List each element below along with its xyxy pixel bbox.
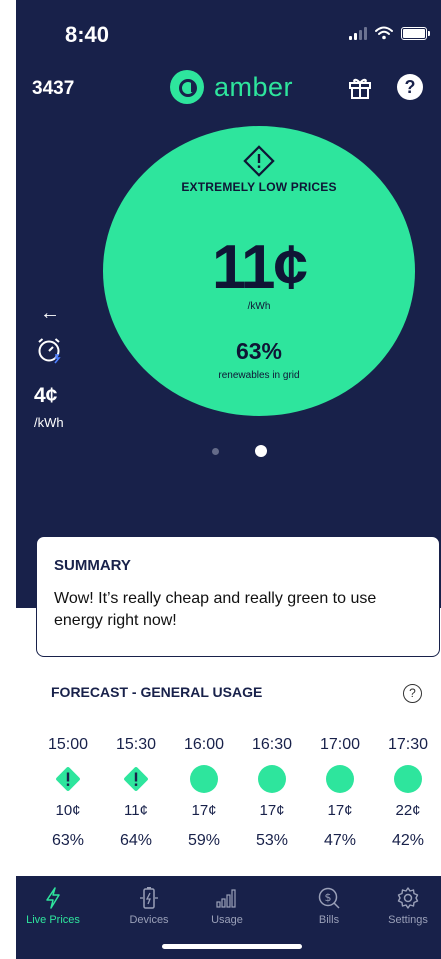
forecast-time: 16:30 (251, 736, 293, 753)
page-dot[interactable] (212, 447, 219, 455)
forecast-renewables: 53% (255, 832, 289, 849)
forecast-item[interactable]: 16:30 17¢ 53% (242, 736, 302, 850)
status-bar: 8:40 (16, 0, 441, 70)
status-icons (349, 26, 430, 40)
forecast-item[interactable]: 15:30 11¢ 64% (106, 736, 166, 850)
side-price-unit: /kWh (34, 415, 64, 430)
price-circle-icon (190, 765, 218, 793)
signal-icon (349, 26, 367, 40)
gear-icon (397, 887, 419, 909)
current-price: 11¢ (211, 233, 308, 302)
warning-diamond-icon (56, 767, 80, 791)
tab-live-prices[interactable]: Live Prices (18, 886, 88, 926)
forecast-strip: 15:00 10¢ 63% 15:30 11¢ 64% 16:00 17¢ 59… (38, 736, 438, 850)
forecast-time: 17:30 (387, 736, 429, 753)
tab-devices[interactable]: Devices (114, 886, 184, 926)
wifi-icon (375, 26, 393, 40)
forecast-time: 15:30 (115, 736, 157, 753)
summary-text: Wow! It’s really cheap and really green … (54, 590, 377, 629)
tab-label: Live Prices (26, 914, 80, 926)
renewables-percent: 63% (235, 338, 283, 364)
forecast-price: 11¢ (124, 802, 148, 819)
forecast-price: 22¢ (395, 802, 421, 819)
status-time: 8:40 (65, 22, 110, 47)
warning-diamond-icon (124, 767, 148, 791)
current-price-circle[interactable]: EXTREMELY LOW PRICES 11¢ /kWh 63% renewa… (103, 126, 415, 416)
forecast-item[interactable]: 16:00 17¢ 59% (174, 736, 234, 850)
forecast-time: 17:00 (319, 736, 361, 753)
home-indicator[interactable] (162, 944, 302, 949)
account-id: 3437 (32, 78, 75, 99)
forecast-price: 10¢ (55, 802, 81, 819)
tab-label: Settings (388, 914, 428, 926)
forecast-price: 17¢ (327, 802, 353, 819)
svg-text:$: $ (325, 891, 332, 904)
logo-text: amber (214, 71, 294, 102)
forecast-renewables: 63% (51, 832, 85, 849)
app-header: 3437 amber ? (16, 70, 441, 110)
forecast-price: 17¢ (259, 802, 285, 819)
warning-icon (243, 145, 275, 177)
forecast-renewables: 59% (187, 832, 221, 849)
forecast-time: 16:00 (183, 736, 225, 753)
side-price: 4¢ (34, 384, 58, 407)
renewables-label: renewables in grid (218, 370, 300, 381)
amber-logo-icon (170, 70, 204, 104)
forecast-help-icon[interactable]: ? (403, 684, 422, 703)
tab-label: Devices (129, 914, 169, 926)
price-unit: /kWh (247, 301, 271, 312)
battery-icon (140, 887, 158, 909)
tab-bar: Live Prices Devices Usage $ Bills Settin… (16, 876, 441, 959)
forecast-item[interactable]: 17:00 17¢ 47% (310, 736, 370, 850)
tab-bills[interactable]: $ Bills (294, 886, 364, 926)
tab-usage[interactable]: Usage (192, 886, 262, 926)
page-indicator (212, 445, 267, 457)
dollar-search-icon: $ (318, 887, 340, 909)
live-prices-panel: 8:40 3437 amber ? EXTREMELY LOW PRICES 1… (16, 0, 441, 608)
tab-label: Bills (318, 914, 340, 926)
forecast-item[interactable]: 15:00 10¢ 63% (38, 736, 98, 850)
summary-title: SUMMARY (54, 557, 131, 574)
price-circle-icon (326, 765, 354, 793)
back-arrow-icon[interactable]: ← (40, 302, 60, 325)
forecast-renewables: 42% (391, 832, 425, 849)
page-dot-active[interactable] (255, 445, 267, 457)
amber-logo: amber (170, 70, 293, 104)
lightning-icon (46, 887, 60, 909)
price-level-label: EXTREMELY LOW PRICES (181, 180, 337, 194)
forecast-title: FORECAST - GENERAL USAGE (51, 684, 263, 700)
forecast-price: 17¢ (191, 802, 217, 819)
tab-settings[interactable]: Settings (373, 886, 441, 926)
forecast-time: 15:00 (47, 736, 89, 753)
tab-label: Usage (211, 914, 243, 926)
timer-icon[interactable] (36, 336, 62, 364)
bar-chart-icon (216, 889, 236, 908)
forecast-item[interactable]: 17:30 22¢ 42% (378, 736, 438, 850)
gift-icon[interactable] (348, 74, 372, 100)
price-circle-icon (258, 765, 286, 793)
forecast-renewables: 64% (119, 832, 153, 849)
price-circle-icon (394, 765, 422, 793)
battery-icon (401, 26, 430, 40)
help-icon[interactable]: ? (397, 74, 423, 100)
forecast-renewables: 47% (323, 832, 357, 849)
summary-card: SUMMARY Wow! It’s really cheap and reall… (36, 536, 440, 657)
